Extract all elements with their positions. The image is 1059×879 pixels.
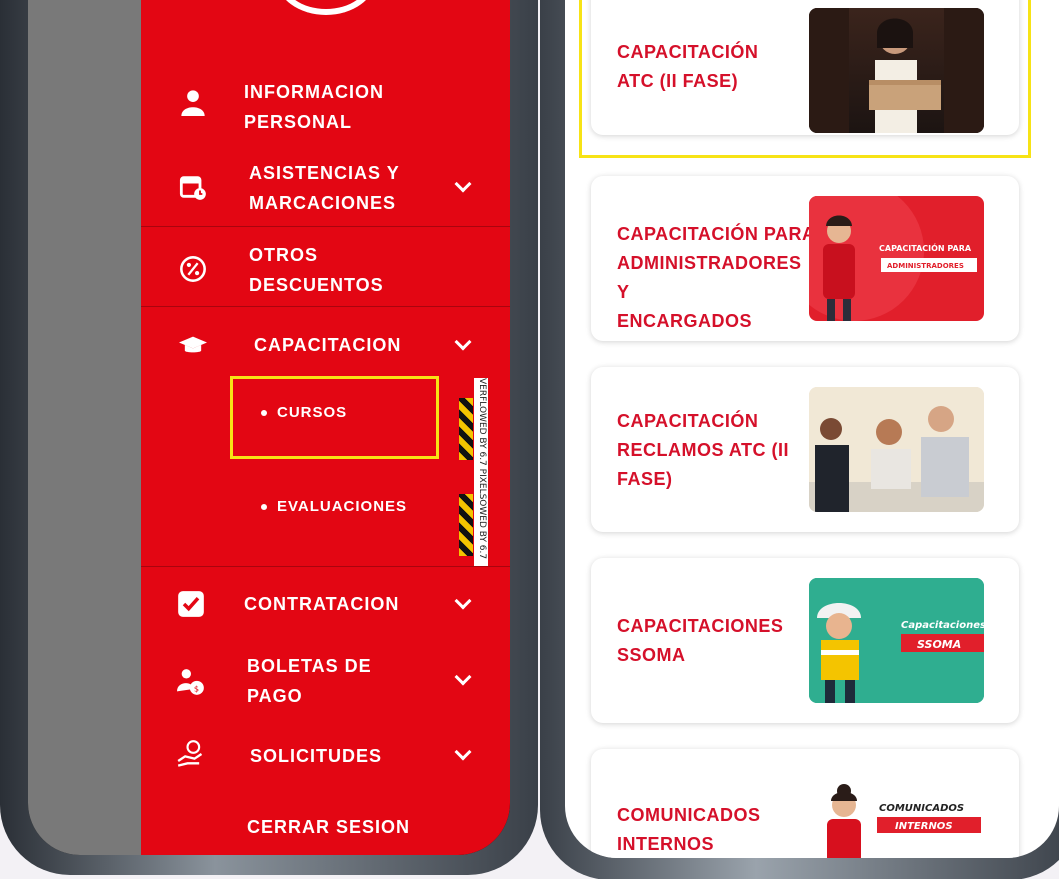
- menu-item-boletas-de-pago[interactable]: BOLETAS DE PAGO: [247, 651, 372, 711]
- percent-icon: [180, 256, 206, 282]
- course-title: COMUNICADOS INTERNOS: [617, 805, 761, 854]
- menu-item-otros-descuentos[interactable]: OTROS DESCUENTOS: [249, 240, 384, 300]
- course-title: CAPACITACIONES SSOMA: [617, 616, 784, 665]
- calendar-clock-icon: [179, 176, 206, 200]
- hazard-stripe: [459, 494, 473, 556]
- submenu-item-evaluaciones[interactable]: EVALUACIONES: [261, 498, 407, 515]
- course-card[interactable]: CAPACITACIONES SSOMA Capacitaciones SSOM…: [591, 558, 1019, 723]
- logo: [276, 0, 376, 15]
- bullet-icon: [261, 410, 267, 417]
- chevron-down-icon[interactable]: [454, 175, 472, 193]
- banner-text: INTERNOS: [895, 821, 953, 832]
- right-phone-screen: CAPACITACIÓN ATC (II FASE) CAPACITACIÓN …: [565, 0, 1059, 858]
- divider: [141, 566, 510, 567]
- banner-text: COMUNICADOS: [879, 803, 964, 814]
- course-title: CAPACITACIÓN RECLAMOS ATC (II FASE): [617, 411, 789, 489]
- hazard-stripe: [459, 398, 473, 460]
- meeting-photo: [809, 387, 984, 512]
- admin-banner: CAPACITACIÓN PARA ADMINISTRADORES: [809, 196, 977, 321]
- banner-text: Capacitaciones: [901, 620, 984, 631]
- course-title: CAPACITACIÓN PARA ADMINISTRADORES Y ENCA…: [617, 224, 816, 331]
- highlight-frame: [579, 0, 1031, 158]
- graduation-cap-icon: [179, 336, 207, 353]
- course-card[interactable]: COMUNICADOS INTERNOS COMUNICADOS INTERNO…: [591, 749, 1019, 858]
- menu-item-asistencias[interactable]: ASISTENCIAS Y MARCACIONES: [249, 158, 400, 218]
- submenu-item-cursos[interactable]: CURSOS: [261, 404, 347, 421]
- course-image: CAPACITACIÓN PARA ADMINISTRADORES: [809, 196, 984, 321]
- person-money-icon: $: [177, 669, 204, 695]
- ssoma-banner: Capacitaciones SSOMA: [809, 578, 984, 703]
- svg-text:$: $: [194, 683, 199, 693]
- submenu-label: CURSOS: [277, 404, 348, 421]
- person-icon: [181, 90, 205, 116]
- chevron-down-icon[interactable]: [454, 333, 472, 351]
- bullet-icon: [261, 504, 267, 511]
- checkbox-icon: [178, 591, 204, 617]
- banner-text: CAPACITACIÓN PARA: [879, 242, 972, 253]
- banner-text: ADMINISTRADORES: [887, 262, 964, 270]
- menu-item-solicitudes[interactable]: SOLICITUDES: [250, 741, 382, 771]
- course-card[interactable]: CAPACITACIÓN RECLAMOS ATC (II FASE): [591, 367, 1019, 532]
- submenu-label: EVALUACIONES: [277, 498, 408, 515]
- chevron-down-icon[interactable]: [454, 743, 472, 761]
- chevron-down-icon[interactable]: [454, 668, 472, 686]
- screenshot-stage: INFORMACION PERSONAL ASISTENCIAS Y MARCA…: [0, 0, 1059, 879]
- course-image: [809, 387, 984, 512]
- divider: [141, 306, 510, 307]
- banner-text: SSOMA: [917, 638, 961, 651]
- side-menu: INFORMACION PERSONAL ASISTENCIAS Y MARCA…: [141, 0, 510, 855]
- course-image: Capacitaciones SSOMA: [809, 578, 984, 703]
- menu-item-contratacion[interactable]: CONTRATACION: [244, 589, 399, 619]
- menu-item-informacion-personal[interactable]: INFORMACION PERSONAL: [244, 77, 384, 137]
- chevron-down-icon[interactable]: [454, 592, 472, 610]
- course-card[interactable]: CAPACITACIÓN PARA ADMINISTRADORES Y ENCA…: [591, 176, 1019, 341]
- course-image: COMUNICADOS INTERNOS: [809, 769, 984, 858]
- comunicados-banner: COMUNICADOS INTERNOS: [827, 784, 981, 858]
- menu-item-cerrar-sesion[interactable]: CERRAR SESION: [247, 812, 410, 842]
- menu-item-capacitacion[interactable]: CAPACITACION: [254, 330, 401, 360]
- watermark-strip: VERFLOWED BY 6.7 PIXELSOWED BY 6.7: [474, 378, 488, 566]
- dimmed-overlay[interactable]: [28, 0, 141, 855]
- hand-money-icon: [177, 740, 203, 767]
- left-phone-screen: INFORMACION PERSONAL ASISTENCIAS Y MARCA…: [28, 0, 510, 855]
- divider: [141, 226, 510, 227]
- watermark-text: VERFLOWED BY 6.7 PIXELSOWED BY 6.7: [477, 378, 487, 560]
